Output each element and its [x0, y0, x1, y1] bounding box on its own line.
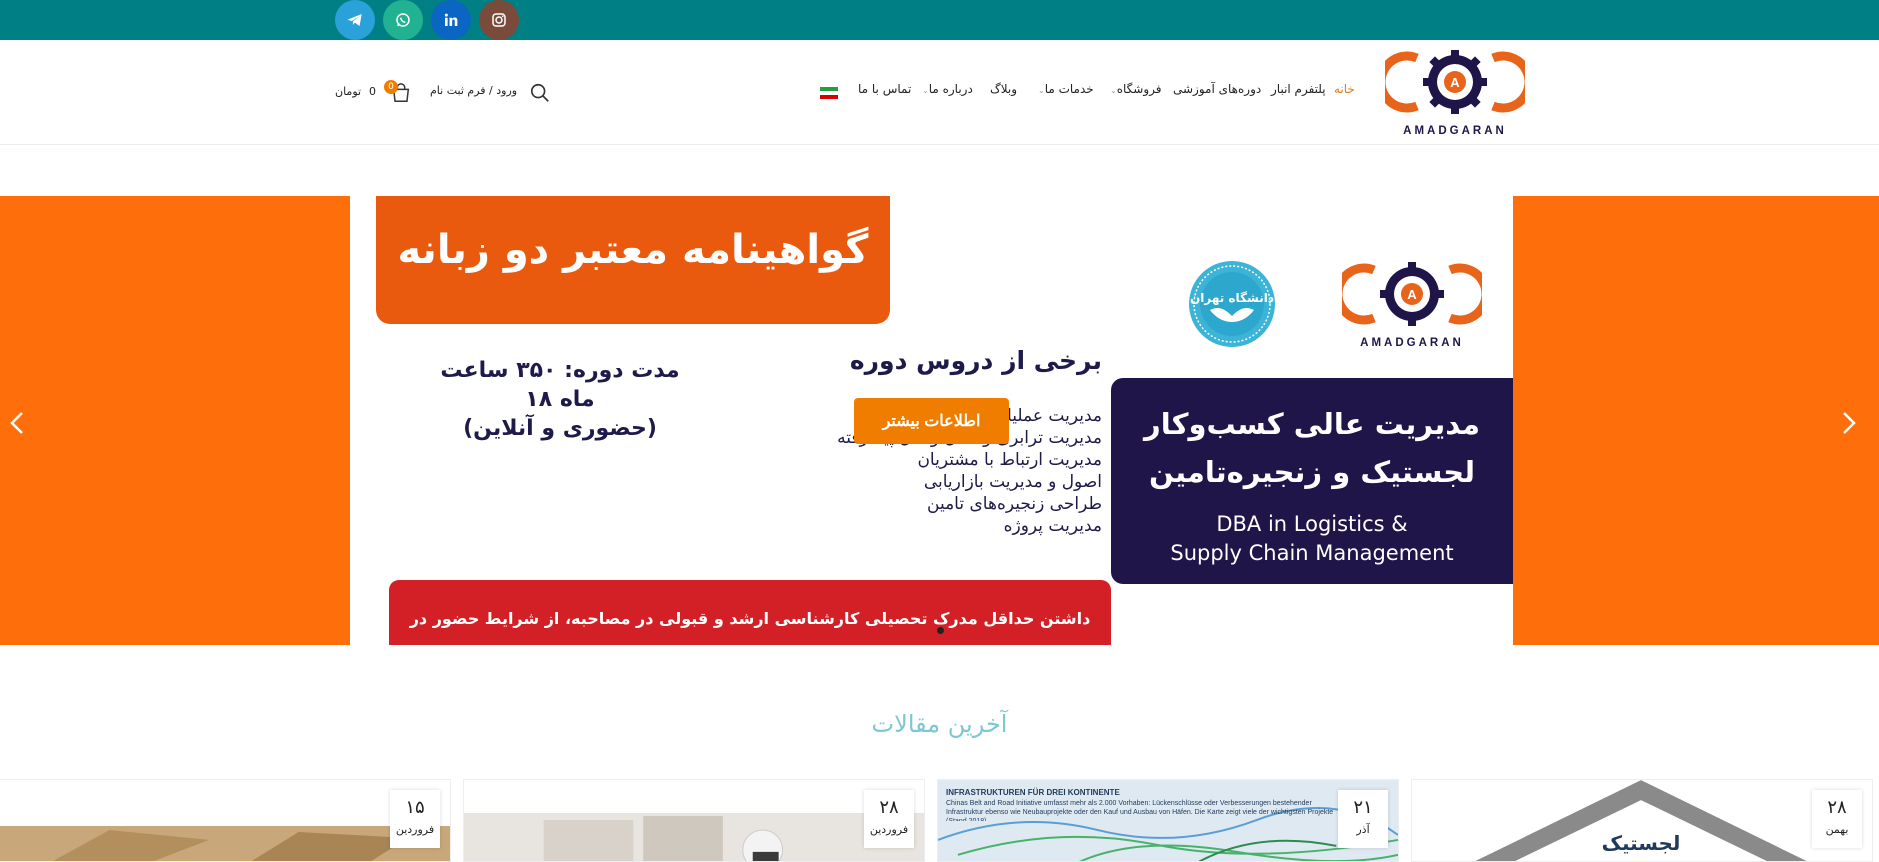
slider-prev-arrow-icon[interactable] [6, 410, 28, 436]
nav-platform[interactable]: پلتفرم انبار [1271, 82, 1326, 96]
site-header: A AMADGARAN خانه پلتفرم انبار دوره‌های آ… [0, 40, 1879, 145]
date-month: فروردین [869, 823, 909, 836]
date-day: ۲۸ [1827, 797, 1847, 818]
dba-title-en: DBA in Logistics & Supply Chain Manageme… [1111, 510, 1513, 568]
nav-home[interactable]: خانه [1334, 82, 1355, 96]
telegram-link[interactable] [335, 0, 375, 40]
linkedin-icon [444, 13, 458, 26]
nav-about[interactable]: ⌄درباره ما [920, 82, 973, 96]
course-duration: مدت دوره: ۳۵۰ ساعت ۱۸ ماه (حضوری و آنلای… [410, 356, 710, 443]
dba-title-fa: مدیریت عالی کسب‌وکار لجستیک و زنجیره‌تام… [1111, 378, 1513, 496]
nav-about-label: درباره ما [928, 82, 973, 96]
whatsapp-link[interactable] [383, 0, 423, 40]
duration-hours: مدت دوره: ۳۵۰ ساعت [440, 358, 680, 383]
date-day: ۱۵ [405, 797, 425, 818]
dba-title-en-line1: DBA in Logistics & [1216, 512, 1408, 536]
search-icon[interactable] [529, 82, 551, 104]
article-card[interactable]: INFRASTRUKTUREN FÜR DREI KONTINENTE Chin… [937, 779, 1399, 862]
date-month: فروردین [395, 823, 435, 836]
slide-logo-wordmark: AMADGARAN [1360, 337, 1464, 349]
slider-next-arrow-icon[interactable] [1838, 410, 1860, 436]
chevron-down-icon: ⌄ [922, 86, 929, 95]
date-badge: ۲۱ آذر [1338, 790, 1388, 848]
date-badge: ۲۸ بهمن [1812, 790, 1862, 848]
university-of-tehran-logo: دانشگاه تهران [1189, 261, 1275, 347]
article-thumbnail-boxes [0, 780, 450, 861]
map-subtitle: Chinas Belt and Road Initiative umfasst … [946, 800, 1334, 821]
telegram-icon [347, 14, 362, 26]
chevron-down-icon: ⌄ [1110, 86, 1117, 95]
cart-total[interactable]: 0 [369, 85, 376, 98]
dba-program-box: مدیریت عالی کسب‌وکار لجستیک و زنجیره‌تام… [1111, 378, 1513, 584]
slider-right-panel [1513, 196, 1879, 645]
dba-title-line1: مدیریت عالی کسب‌وکار [1144, 407, 1480, 441]
date-badge: ۲۸ فروردین [864, 790, 914, 848]
date-day: ۲۸ [879, 797, 899, 818]
dba-title-line2: لجستیک و زنجیره‌تامین [1148, 455, 1476, 489]
nav-shop-label: فروشگاه [1116, 82, 1162, 96]
cart-count-badge: 0 [384, 80, 398, 94]
certificate-banner: گواهینامه معتبر دو زبانه [376, 196, 890, 324]
date-day: ۲۱ [1353, 797, 1373, 818]
date-month: بهمن [1825, 823, 1849, 836]
date-badge: ۱۵ فروردین [390, 790, 440, 848]
course-item: مدیریت پروژه [1003, 516, 1102, 536]
nav-courses[interactable]: دوره‌های آموزشی [1173, 82, 1261, 96]
svg-text:A: A [1407, 287, 1417, 302]
courses-title: برخی از دروس دوره [849, 346, 1102, 375]
nav-services[interactable]: ⌄خدمات ما [1036, 82, 1094, 96]
article-thumbnail-warehouse-worker [464, 780, 924, 861]
course-item: اصول و مدیریت بازاریابی [923, 472, 1102, 492]
map-title: INFRASTRUKTUREN FÜR DREI KONTINENTE [946, 788, 1120, 797]
cart-currency: تومان [335, 85, 362, 98]
logo-wordmark: AMADGARAN [1403, 125, 1507, 137]
more-info-button[interactable]: اطلاعات بیشتر [854, 398, 1009, 444]
slider-left-panel [0, 196, 350, 645]
university-name: دانشگاه تهران [1190, 291, 1274, 305]
nav-contact[interactable]: تماس با ما [858, 82, 911, 96]
linkedin-link[interactable] [431, 0, 471, 40]
article-card[interactable]: ۲۸ فروردین [463, 779, 925, 862]
svg-text:A: A [1450, 75, 1460, 90]
logistics-caption: لجستیک [1602, 832, 1681, 855]
chevron-down-icon: ⌄ [1038, 86, 1045, 95]
instagram-icon [492, 13, 506, 27]
date-month: آذر [1356, 823, 1370, 836]
amadgaran-logo[interactable]: A AMADGARAN [1385, 46, 1525, 142]
slider-dot-active[interactable] [937, 627, 944, 634]
article-thumbnail-logistics: لجستیک [1412, 780, 1872, 861]
instagram-link[interactable] [479, 0, 519, 40]
login-register-link[interactable]: ورود / فرم ثبت نام [430, 84, 517, 97]
hero-slider: گواهینامه معتبر دو زبانه مدت دوره: ۳۵۰ س… [0, 196, 1879, 645]
dba-title-en-line2: Supply Chain Management [1170, 541, 1454, 565]
article-card[interactable]: ۱۵ فروردین [0, 779, 451, 862]
course-item: مدیریت ارتباط با مشتریان [917, 450, 1102, 470]
nav-blog[interactable]: وبلاگ [990, 82, 1017, 96]
nav-services-label: خدمات ما [1044, 82, 1094, 96]
duration-mode: (حضوری و آنلاین) [463, 416, 657, 441]
nav-shop[interactable]: ⌄فروشگاه [1108, 82, 1161, 96]
article-card[interactable]: لجستیک ۲۸ بهمن [1411, 779, 1873, 862]
latest-articles-title: آخرین مقالات [871, 710, 1008, 738]
amadgaran-slide-logo: A AMADGARAN [1342, 262, 1482, 349]
whatsapp-icon [396, 13, 410, 27]
iran-flag-icon[interactable] [820, 87, 838, 99]
duration-months: ۱۸ ماه [525, 387, 595, 412]
course-item: طراحی زنجیره‌های تامین [927, 494, 1102, 514]
top-bar [0, 0, 1879, 40]
requirement-banner: داشتن حداقل مدرک تحصیلی کارشناسی ارشد و … [389, 580, 1111, 645]
